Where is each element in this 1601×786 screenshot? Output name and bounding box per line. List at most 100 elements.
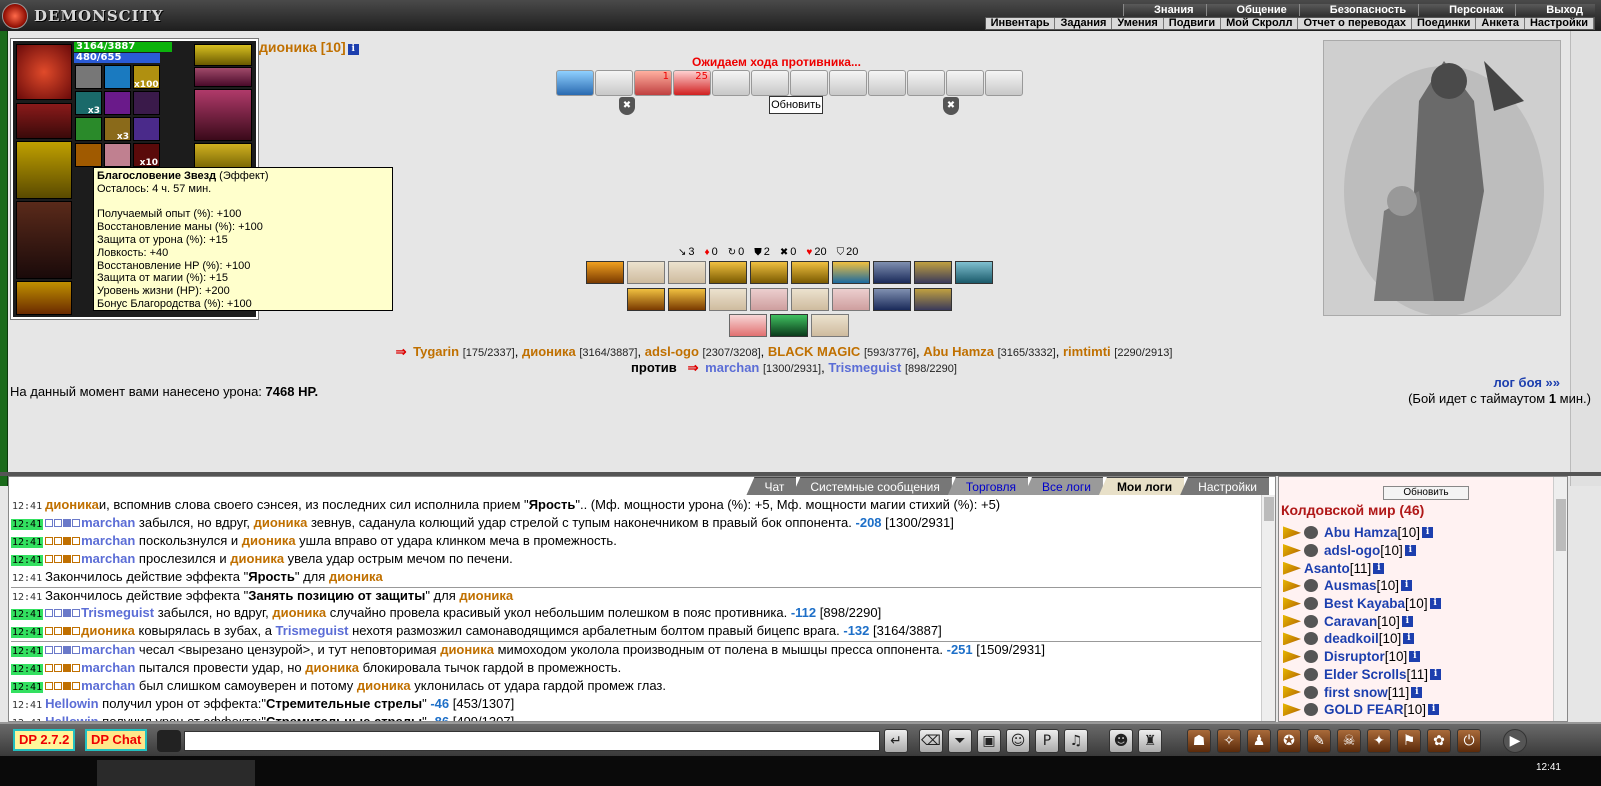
skill-button[interactable] (914, 261, 952, 284)
user-name[interactable]: Caravan (1324, 614, 1377, 629)
participant-name[interactable]: дионика (522, 344, 576, 359)
private-message-icon[interactable] (1283, 703, 1301, 717)
player-link[interactable]: дионика (45, 497, 99, 512)
tab-system-messages[interactable]: Системные сообщения (792, 477, 952, 495)
player-link[interactable]: Trismeguist (81, 605, 154, 620)
armor-slot[interactable] (16, 201, 72, 279)
user-name[interactable]: deadkoil (1324, 631, 1379, 646)
online-refresh-button[interactable]: Обновить (1383, 486, 1469, 500)
user-name[interactable]: Disruptor (1324, 649, 1385, 664)
subnav-transfers-report[interactable]: Отчет о переводах (1298, 18, 1412, 29)
user-name[interactable]: Asanto (1304, 561, 1350, 576)
tab-my-logs[interactable]: Мои логи (1098, 477, 1185, 495)
chat-input[interactable] (184, 731, 880, 751)
subnav-profile[interactable]: Анкета (1476, 18, 1525, 29)
info-icon[interactable]: i (1404, 545, 1416, 557)
subnav-skills[interactable]: Умения (1112, 18, 1164, 29)
participant-name[interactable]: rimtimti (1063, 344, 1111, 359)
effect-snowflake[interactable] (104, 65, 131, 89)
player-link[interactable]: дионика (254, 515, 308, 530)
skill-button[interactable] (627, 288, 665, 311)
participant-name[interactable]: Tygarin (413, 344, 459, 359)
action-icon[interactable]: ✪ (1277, 729, 1301, 753)
scroll-slot[interactable] (712, 70, 750, 96)
ring-slot[interactable] (194, 67, 252, 87)
page-scrollbar[interactable] (1570, 31, 1601, 486)
effect-speed[interactable] (75, 65, 102, 89)
subnav-duels[interactable]: Поединки (1412, 18, 1477, 29)
participant-name[interactable]: BLACK MAGIC (768, 344, 860, 359)
participant-name[interactable]: marchan (705, 360, 759, 375)
scroll-slot[interactable] (907, 70, 945, 96)
amulet-slot[interactable] (194, 44, 252, 66)
tab-trade[interactable]: Торговля (947, 477, 1029, 495)
info-icon[interactable]: i (1373, 562, 1385, 574)
gloves-slot[interactable] (16, 103, 72, 139)
player-link[interactable]: дионика (357, 678, 411, 693)
player-link[interactable]: marchan (81, 660, 135, 675)
action-icon[interactable]: ✎ (1307, 729, 1331, 753)
online-user[interactable]: GOLD FEAR [10] i (1283, 701, 1553, 719)
action-icon[interactable]: ☠ (1337, 729, 1361, 753)
effect-green[interactable] (75, 117, 102, 141)
music-icon[interactable]: ♫ (1064, 729, 1088, 753)
info-icon[interactable]: i (1430, 668, 1442, 680)
skill-button[interactable] (770, 314, 808, 337)
nav-exit[interactable]: Выход (1515, 4, 1595, 16)
effect-fire[interactable] (75, 143, 102, 167)
player-link[interactable]: marchan (81, 551, 135, 566)
subnav-quests[interactable]: Задания (1055, 18, 1113, 29)
battle-log-link[interactable]: лог боя »» (1493, 375, 1560, 390)
skill-button[interactable] (832, 288, 870, 311)
send-icon[interactable]: ↵ (884, 729, 908, 753)
effect-orb[interactable] (133, 117, 160, 141)
player-link[interactable]: marchan (81, 642, 135, 657)
scroll-slot-magic[interactable] (556, 70, 594, 96)
player-link[interactable]: Hellowin (45, 696, 98, 711)
subnav-inventory[interactable]: Инвентарь (986, 18, 1056, 29)
online-user[interactable]: Ausmas [10] i (1283, 577, 1553, 595)
info-icon[interactable]: i (1422, 527, 1434, 539)
chat-scrollbar-thumb[interactable] (1264, 497, 1274, 521)
private-message-icon[interactable] (1283, 667, 1301, 681)
online-scrollbar-thumb[interactable] (1556, 499, 1566, 551)
info-icon[interactable]: i (1409, 651, 1421, 663)
skill-button[interactable] (873, 288, 911, 311)
info-icon[interactable]: i (347, 44, 359, 55)
filter-icon[interactable]: ⏷ (948, 729, 972, 753)
player-link[interactable]: Trismeguist (276, 623, 349, 638)
action-icon[interactable]: ✧ (1217, 729, 1241, 753)
boots-slot[interactable] (16, 281, 72, 315)
info-icon[interactable]: i (1403, 633, 1415, 645)
nav-knowledge[interactable]: Знания (1123, 4, 1206, 16)
online-user[interactable]: Best Kayaba [10] i (1283, 595, 1553, 613)
action-icon[interactable]: ✿ (1427, 729, 1451, 753)
logo[interactable]: DEMONSCITY (2, 2, 182, 30)
private-message-icon[interactable] (1283, 632, 1301, 646)
skill-button[interactable] (791, 261, 829, 284)
scroll-slot[interactable] (946, 70, 984, 96)
player-link[interactable]: дионика (272, 605, 326, 620)
scroll-slot[interactable] (595, 70, 633, 96)
nav-character[interactable]: Персонаж (1418, 4, 1516, 16)
online-user[interactable]: adsl-ogo [10] i (1283, 542, 1553, 560)
online-user[interactable]: Asanto [11] i (1283, 559, 1553, 577)
effect-gold[interactable]: x100 (133, 65, 160, 90)
online-user[interactable]: Disruptor [10] i (1283, 648, 1553, 666)
private-message-icon[interactable] (1283, 561, 1301, 575)
scroll-slot-meat[interactable]: 1 (634, 70, 672, 96)
eraser-icon[interactable]: ⌫ (919, 729, 943, 753)
scroll-slot-heart[interactable]: 25 (673, 70, 711, 96)
user-name[interactable]: GOLD FEAR (1324, 702, 1404, 717)
nav-communication[interactable]: Общение (1205, 4, 1299, 16)
player-link[interactable]: дионика (230, 551, 284, 566)
player-link[interactable]: дионика (242, 533, 296, 548)
skill-button[interactable] (873, 261, 911, 284)
skill-button[interactable] (627, 261, 665, 284)
skill-button[interactable] (668, 261, 706, 284)
player-link[interactable]: marchan (81, 678, 135, 693)
user-name[interactable]: Best Kayaba (1324, 596, 1405, 611)
action-icon[interactable]: ⚑ (1397, 729, 1421, 753)
skill-button[interactable] (791, 288, 829, 311)
refresh-battle-button[interactable]: Обновить (769, 96, 823, 114)
